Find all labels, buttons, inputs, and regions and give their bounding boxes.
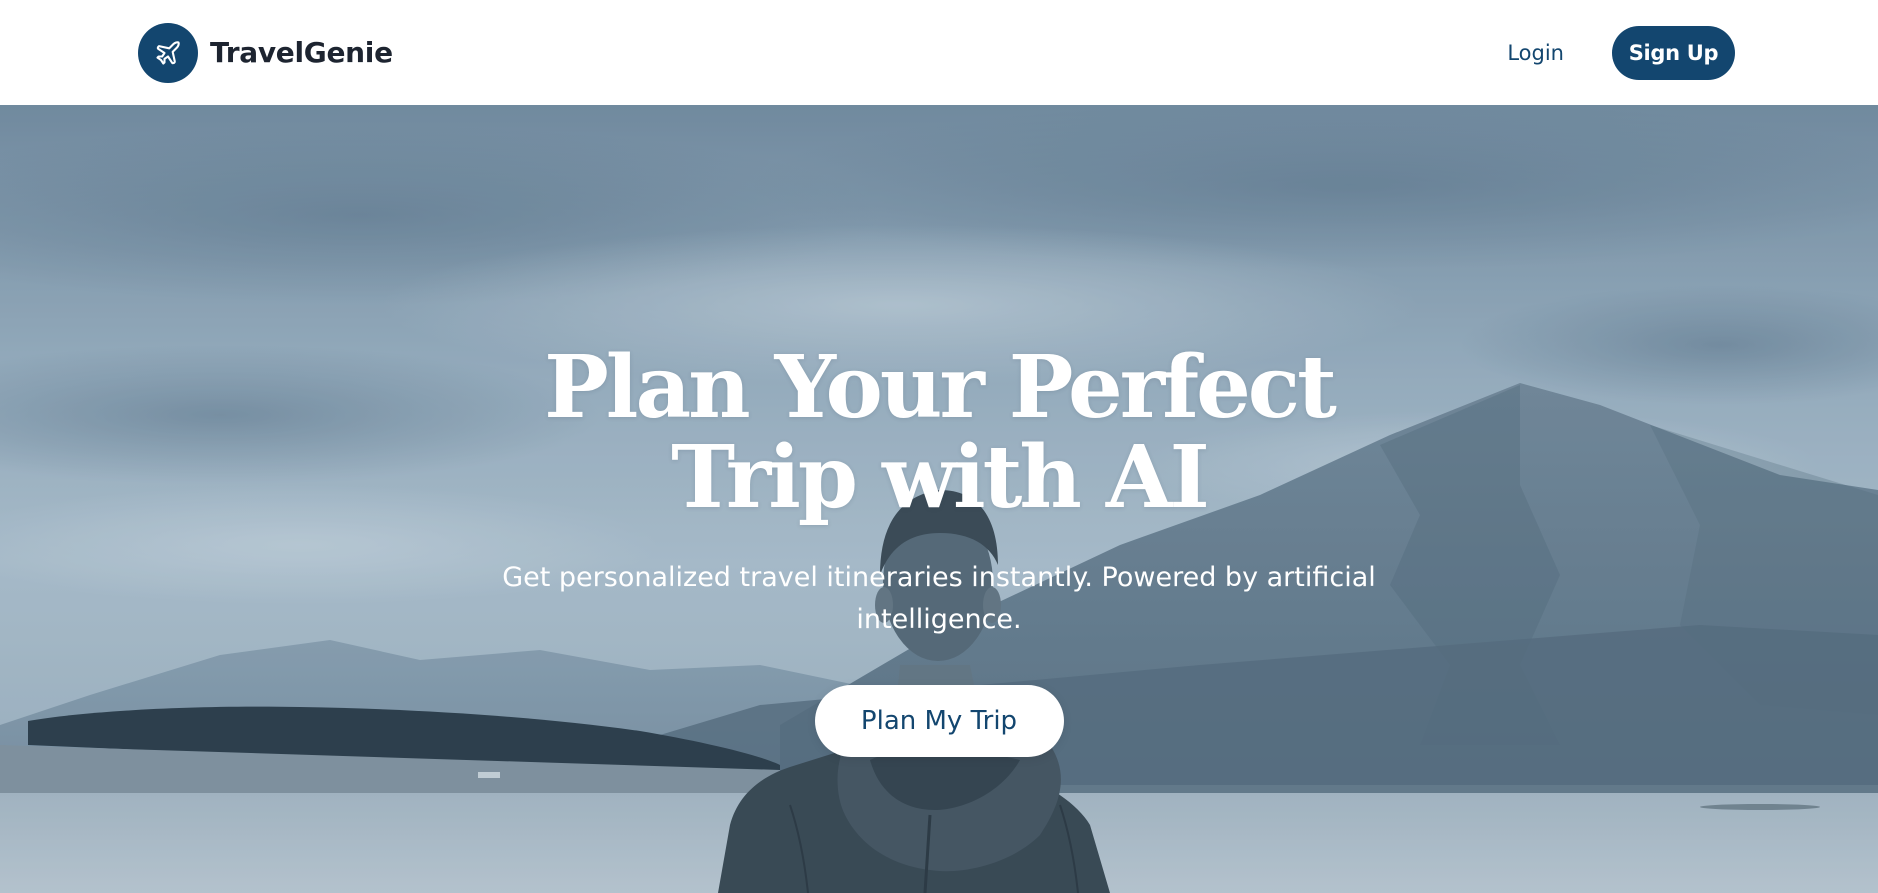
site-header: TravelGenie Login Sign Up (0, 0, 1878, 105)
hero-section: Plan Your Perfect Trip with AI Get perso… (0, 105, 1878, 893)
header-actions: Login Sign Up (1507, 25, 1735, 80)
login-link[interactable]: Login (1507, 41, 1564, 65)
hero-subtitle: Get personalized travel itineraries inst… (502, 562, 1376, 635)
airplane-icon (156, 40, 180, 65)
brand-home-link[interactable]: TravelGenie (138, 22, 393, 83)
brand-name: TravelGenie (210, 36, 393, 69)
plan-my-trip-button[interactable]: Plan My Trip (814, 685, 1064, 757)
brand-logo (138, 22, 198, 83)
hero-title: Plan Your Perfect Trip with AI (544, 337, 1337, 528)
signup-button[interactable]: Sign Up (1612, 25, 1735, 80)
hero-content: Plan Your Perfect Trip with AI Get perso… (0, 105, 1878, 893)
